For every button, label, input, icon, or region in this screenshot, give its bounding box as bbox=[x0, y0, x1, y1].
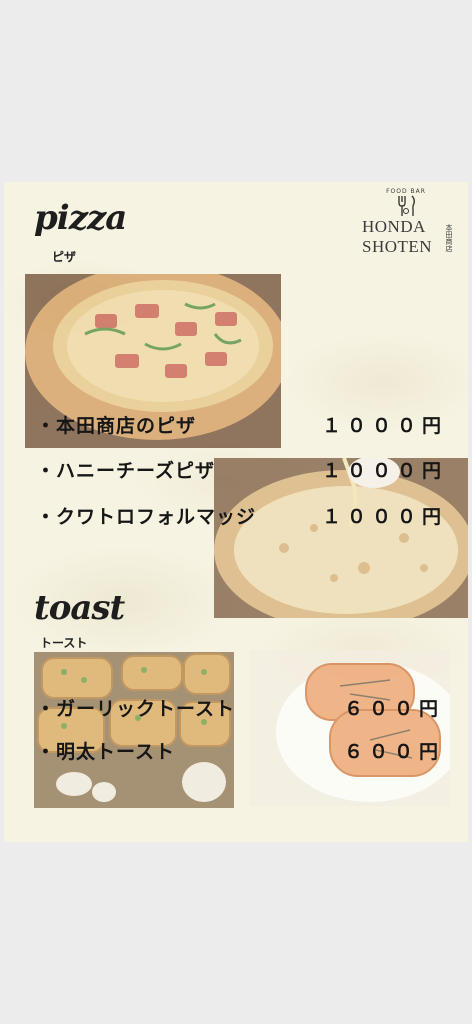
section-subtitle-toast: トースト bbox=[40, 636, 88, 650]
menu-item-name: ・明太トースト bbox=[36, 741, 176, 763]
honda-shoten-logo: FOOD BAR HONDA SHOTEN 本田商店 bbox=[360, 188, 453, 268]
section-title-pizza: pizza bbox=[34, 198, 127, 238]
fork-knife-icon bbox=[398, 195, 415, 216]
menu-item-name: ・ハニーチーズピザ bbox=[36, 460, 216, 482]
menu-item-price: ６００円 bbox=[344, 698, 445, 720]
section-title-toast: toast bbox=[34, 588, 125, 628]
mentai-toast-photo bbox=[250, 650, 450, 806]
menu-item-name: ・本田商店のピザ bbox=[36, 415, 197, 437]
menu-item-price: １０００円 bbox=[322, 460, 448, 482]
menu-item-price: ６００円 bbox=[344, 741, 445, 763]
menu-item-price: １０００円 bbox=[322, 415, 448, 437]
logo-vertical-jp: 本田商店 bbox=[445, 224, 453, 252]
logo-line-2: SHOTEN bbox=[362, 237, 433, 256]
menu-item-name: ・クワトロフォルマッジ bbox=[36, 506, 257, 528]
section-subtitle-pizza: ピザ bbox=[52, 250, 77, 264]
garlic-toast-photo bbox=[34, 652, 234, 808]
logo-line-1: HONDA bbox=[362, 217, 426, 236]
menu-item-price: １０００円 bbox=[322, 506, 448, 528]
menu-item-name: ・ガーリックトースト bbox=[36, 698, 236, 720]
logo-small-caps: FOOD BAR bbox=[386, 188, 426, 195]
menu-card: FOOD BAR HONDA SHOTEN 本田商店 pizza ピザ ・本田商… bbox=[4, 182, 468, 842]
